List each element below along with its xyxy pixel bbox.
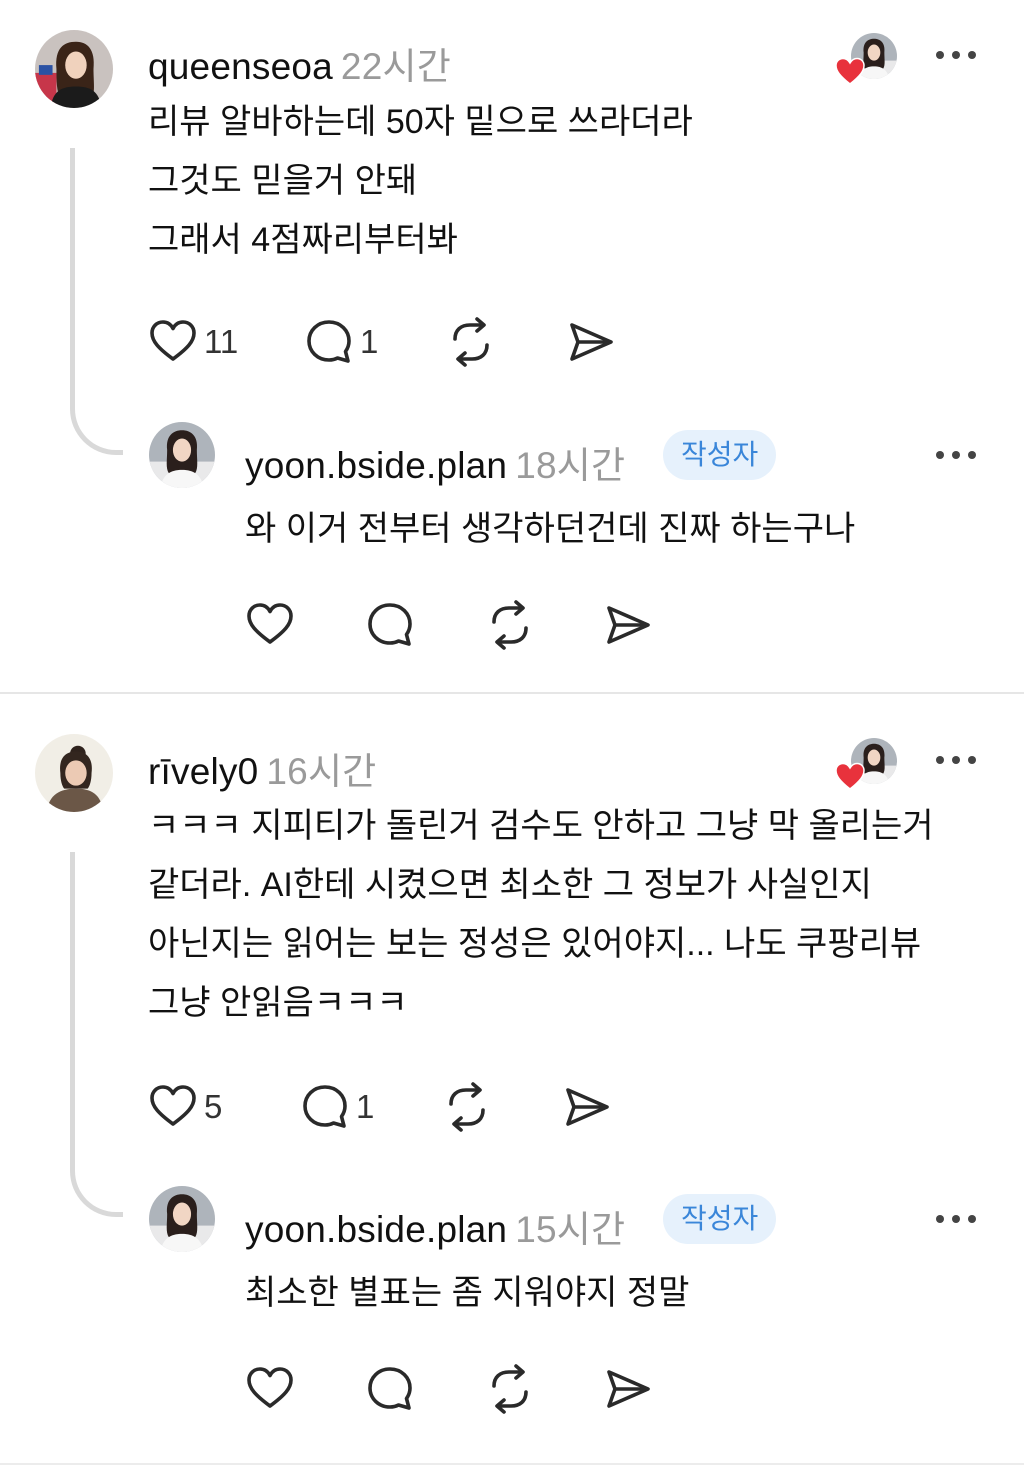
avatar-yoon-bside-plan[interactable] [149, 1186, 215, 1252]
like-button[interactable] [245, 600, 295, 650]
send-icon [603, 600, 653, 650]
share-button[interactable] [603, 1364, 653, 1414]
comment-line: ㅋㅋㅋ 지피티가 돌린거 검수도 안하고 그냥 막 올리는거 [148, 807, 934, 845]
share-button[interactable] [562, 1082, 612, 1132]
comment-username[interactable]: rīvely0 [148, 751, 258, 792]
repost-icon [485, 1364, 535, 1414]
reply-actions [245, 1364, 665, 1414]
avatar-queenseoa[interactable] [35, 30, 113, 108]
heart-icon [148, 1082, 198, 1132]
comment-bubble-icon [300, 1082, 350, 1132]
reply-text: 최소한 별표는 좀 지워야지 정말 [245, 1264, 689, 1323]
reply-text: 와 이거 전부터 생각하던건데 진짜 하는구나 [245, 500, 855, 559]
send-icon [566, 317, 616, 367]
reply-username[interactable]: yoon.bside.plan [245, 445, 507, 486]
comment-username[interactable]: queenseoa [148, 46, 333, 87]
more-dots-icon[interactable] [936, 1213, 976, 1225]
comment-line: 그냥 안읽음ㅋㅋㅋ [148, 984, 408, 1022]
comment-author-line: queenseoa 22시간 [148, 36, 451, 90]
reply-button[interactable] [365, 600, 415, 650]
heart-icon [245, 600, 295, 650]
comment-line: 같더라. AI한테 시켰으면 최소한 그 정보가 사실인지 [148, 866, 872, 904]
reply-button[interactable]: 1 [300, 1082, 374, 1132]
like-button[interactable]: 5 [148, 1082, 222, 1132]
comment-line: 리뷰 알바하는데 50자 밑으로 쓰라더라 [148, 103, 693, 141]
avatar-rively0[interactable] [35, 734, 113, 812]
comment-line: 아닌지는 읽어는 보는 정성은 있어야지... 나도 쿠팡리뷰 [148, 925, 922, 963]
reply-count: 1 [360, 323, 379, 360]
comment-line: 그것도 믿을거 안돼 [148, 162, 418, 200]
comment-actions: 5 1 [148, 1082, 628, 1132]
comment-actions: 11 1 [148, 317, 628, 367]
liked-heart-icon [835, 57, 865, 85]
more-dots-icon[interactable] [936, 754, 976, 766]
liked-heart-icon [835, 762, 865, 790]
repost-icon [446, 317, 496, 367]
send-icon [562, 1082, 612, 1132]
comment-text: 리뷰 알바하는데 50자 밑으로 쓰라더라 그것도 믿을거 안돼 그래서 4점짜… [148, 93, 693, 270]
repost-button[interactable] [485, 600, 535, 650]
comment-bubble-icon [304, 317, 354, 367]
reply-line: 와 이거 전부터 생각하던건데 진짜 하는구나 [245, 510, 856, 548]
reply-time: 18시간 [515, 445, 626, 486]
comment-text: ㅋㅋㅋ 지피티가 돌린거 검수도 안하고 그냥 막 올리는거 같더라. AI한테… [148, 797, 934, 1033]
share-button[interactable] [603, 600, 653, 650]
reply-author-line: yoon.bside.plan 18시간 [245, 435, 625, 489]
thread-connector-line [70, 852, 123, 1217]
author-liked-indicator [835, 738, 897, 790]
author-liked-indicator [835, 33, 897, 85]
repost-button[interactable] [442, 1082, 492, 1132]
comment-time: 22시간 [340, 46, 451, 87]
reply-button[interactable]: 1 [304, 317, 378, 367]
repost-button[interactable] [485, 1364, 535, 1414]
repost-icon [485, 600, 535, 650]
reply-line: 최소한 별표는 좀 지워야지 정말 [245, 1274, 690, 1312]
more-dots-icon[interactable] [936, 449, 976, 461]
comment-author-line: rīvely0 16시간 [148, 741, 376, 795]
comment-bubble-icon [365, 1364, 415, 1414]
like-button[interactable] [245, 1364, 295, 1414]
reply-time: 15시간 [515, 1209, 626, 1250]
heart-icon [148, 317, 198, 367]
send-icon [603, 1364, 653, 1414]
reply-actions [245, 600, 665, 650]
thread-connector-line [70, 148, 123, 455]
more-dots-icon[interactable] [936, 49, 976, 61]
like-button[interactable]: 11 [148, 317, 238, 367]
reply-count: 1 [356, 1088, 375, 1125]
comment-time: 16시간 [266, 751, 377, 792]
heart-icon [245, 1364, 295, 1414]
comment-bubble-icon [365, 600, 415, 650]
reply-author-line: yoon.bside.plan 15시간 [245, 1199, 625, 1253]
like-count: 11 [204, 323, 239, 360]
like-count: 5 [204, 1088, 223, 1125]
reply-button[interactable] [365, 1364, 415, 1414]
author-badge: 작성자 [663, 1194, 777, 1244]
thread-1: queenseoa 22시간 리뷰 알바하는데 50자 밑으로 쓰라더라 그것도 … [0, 0, 1024, 692]
author-badge: 작성자 [663, 430, 777, 480]
repost-button[interactable] [446, 317, 496, 367]
avatar-yoon-bside-plan[interactable] [149, 422, 215, 488]
repost-icon [442, 1082, 492, 1132]
thread-2: rīvely0 16시간 ㅋㅋㅋ 지피티가 돌린거 검수도 안하고 그냥 막 올리… [0, 692, 1024, 1384]
comment-line: 그래서 4점짜리부터봐 [148, 221, 458, 259]
share-button[interactable] [566, 317, 616, 367]
reply-username[interactable]: yoon.bside.plan [245, 1209, 507, 1250]
